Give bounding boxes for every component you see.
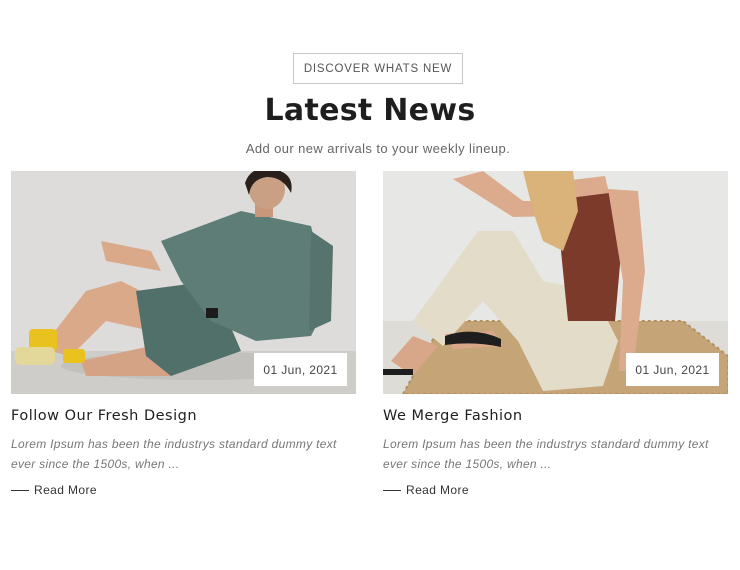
read-more-link[interactable]: Read More — [383, 483, 728, 497]
post-title-link[interactable]: Follow Our Fresh Design — [11, 408, 356, 424]
post-excerpt: Lorem Ipsum has been the industrys stand… — [11, 437, 337, 471]
news-card: 01 Jun, 2021 We Merge Fashion Lorem Ipsu… — [383, 171, 728, 497]
section-title: Latest News — [264, 93, 476, 128]
latest-news-section: DISCOVER WHATS NEW Latest News Add our n… — [0, 0, 740, 570]
post-excerpt: Lorem Ipsum has been the industrys stand… — [383, 437, 709, 471]
read-more-label: Read More — [34, 483, 97, 497]
dash-icon — [383, 489, 401, 491]
read-more-link[interactable]: Read More — [11, 483, 356, 497]
dash-icon — [11, 489, 29, 491]
news-image[interactable]: 01 Jun, 2021 — [11, 171, 356, 394]
post-date-badge: 01 Jun, 2021 — [254, 353, 347, 386]
post-date-badge: 01 Jun, 2021 — [626, 353, 719, 386]
post-title-link[interactable]: We Merge Fashion — [383, 408, 728, 424]
news-image[interactable]: 01 Jun, 2021 — [383, 171, 728, 394]
section-subtitle: Add our new arrivals to your weekly line… — [245, 141, 511, 156]
discover-whats-new-button[interactable]: DISCOVER WHATS NEW — [293, 53, 463, 84]
read-more-label: Read More — [406, 483, 469, 497]
news-card: 01 Jun, 2021 Follow Our Fresh Design Lor… — [11, 171, 356, 497]
